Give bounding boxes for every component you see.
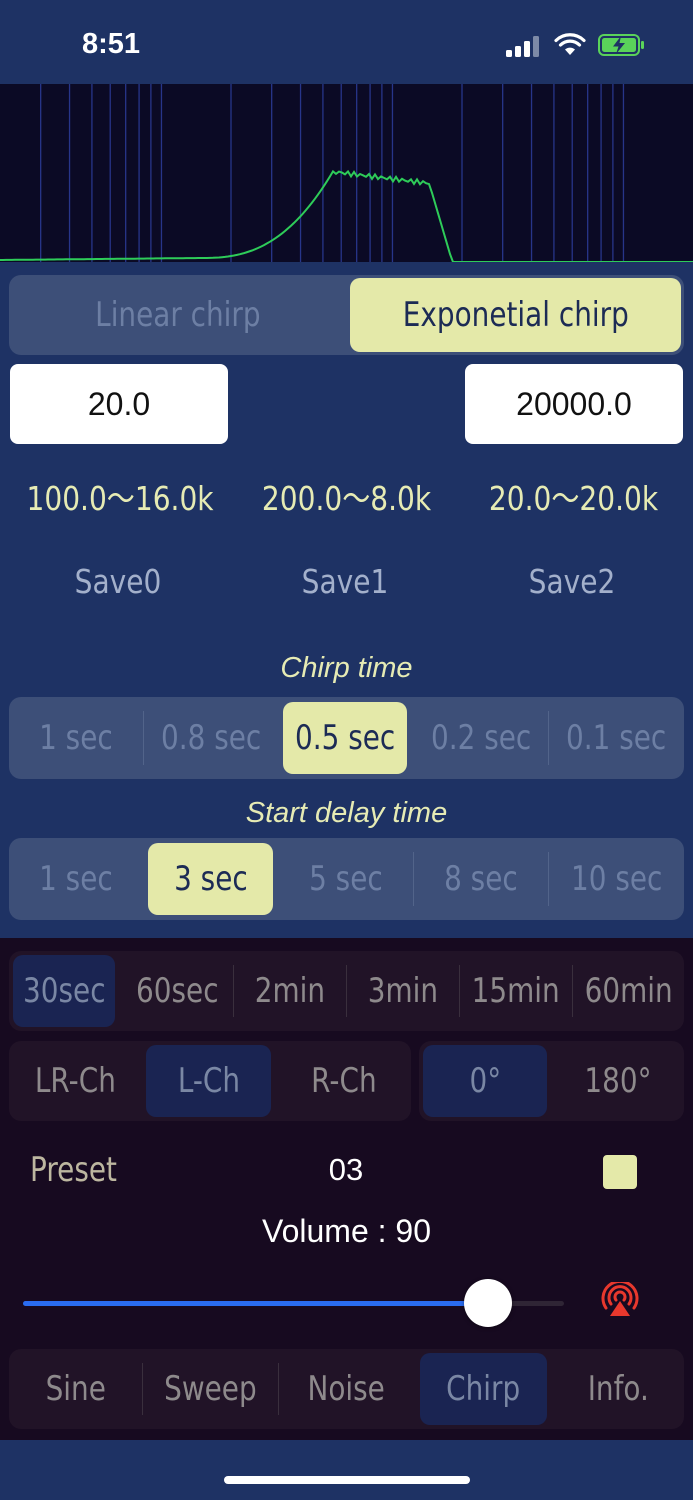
timer-30sec[interactable]: 30sec — [13, 955, 115, 1027]
chirp-time-0.2s[interactable]: 0.2 sec — [414, 697, 548, 779]
tab-sine[interactable]: Sine — [9, 1349, 142, 1429]
chirp-time-0.8s[interactable]: 0.8 sec — [144, 697, 278, 779]
start-delay-1s[interactable]: 1 sec — [9, 838, 143, 920]
wifi-icon — [554, 33, 586, 55]
tab-info[interactable]: Info. — [552, 1349, 684, 1429]
chirp-time-0.5s[interactable]: 0.5 sec — [283, 702, 407, 774]
end-frequency-field[interactable]: 20000.0 — [465, 364, 683, 444]
range-preset-2[interactable]: 20.0〜20.0k — [454, 472, 693, 520]
range-preset-1[interactable]: 200.0〜8.0k — [227, 472, 467, 520]
tab-sweep[interactable]: Sweep — [143, 1349, 278, 1429]
start-delay-10s[interactable]: 10 sec — [549, 838, 684, 920]
save1-button[interactable]: Save1 — [227, 562, 463, 601]
start-delay-selector[interactable]: 1 sec 3 sec 5 sec 8 sec 10 sec — [9, 838, 684, 920]
phase-selector[interactable]: 0° 180° — [419, 1041, 684, 1121]
spectrum-line — [0, 169, 693, 263]
phase-0[interactable]: 0° — [423, 1045, 547, 1117]
start-delay-3s[interactable]: 3 sec — [148, 843, 273, 915]
exponential-chirp-option[interactable]: Exponetial chirp — [350, 278, 681, 352]
phase-180[interactable]: 180° — [552, 1041, 684, 1121]
cellular-signal-icon — [506, 35, 542, 57]
battery-charging-icon — [598, 34, 644, 56]
tab-chirp[interactable]: Chirp — [420, 1353, 547, 1425]
channel-l[interactable]: L-Ch — [146, 1045, 271, 1117]
mode-tab-bar[interactable]: Sine Sweep Noise Chirp Info. — [9, 1349, 684, 1429]
volume-slider-fill — [23, 1301, 488, 1306]
timer-15min[interactable]: 15min — [460, 951, 572, 1031]
start-delay-5s[interactable]: 5 sec — [279, 838, 413, 920]
chirp-time-0.1s[interactable]: 0.1 sec — [549, 697, 684, 779]
volume-slider-thumb[interactable] — [463, 1279, 512, 1327]
channel-lr[interactable]: LR-Ch — [9, 1041, 141, 1121]
tab-noise[interactable]: Noise — [279, 1349, 414, 1429]
home-indicator[interactable] — [224, 1476, 470, 1484]
channel-r[interactable]: R-Ch — [277, 1041, 411, 1121]
preset-indicator-icon[interactable] — [603, 1155, 637, 1189]
range-preset-0[interactable]: 100.0〜16.0k — [0, 472, 240, 520]
linear-chirp-option[interactable]: Linear chirp — [9, 275, 346, 355]
preset-value: 03 — [328, 1152, 364, 1187]
chirp-time-selector[interactable]: 1 sec 0.8 sec 0.5 sec 0.2 sec 0.1 sec — [9, 697, 684, 779]
status-time: 8:51 — [82, 28, 141, 60]
home-bar-area — [0, 1440, 693, 1500]
timer-selector[interactable]: 30sec 60sec 2min 3min 15min 60min — [9, 951, 684, 1031]
start-delay-8s[interactable]: 8 sec — [414, 838, 548, 920]
channel-selector[interactable]: LR-Ch L-Ch R-Ch — [9, 1041, 411, 1121]
start-delay-label: Start delay time — [245, 797, 448, 829]
volume-label: Volume : 90 — [262, 1213, 431, 1249]
airplay-audio-icon[interactable] — [597, 1282, 643, 1318]
save2-button[interactable]: Save2 — [454, 562, 690, 601]
timer-2min[interactable]: 2min — [234, 951, 346, 1031]
timer-3min[interactable]: 3min — [347, 951, 459, 1031]
chirp-time-1s[interactable]: 1 sec — [9, 697, 143, 779]
spectrum-graph — [0, 84, 693, 264]
start-frequency-field[interactable]: 20.0 — [10, 364, 228, 444]
timer-60min[interactable]: 60min — [573, 951, 684, 1031]
chirp-mode-selector[interactable]: Linear chirp Exponetial chirp — [9, 275, 684, 355]
preset-label[interactable]: Preset — [30, 1150, 136, 1190]
save0-button[interactable]: Save0 — [0, 562, 236, 601]
timer-60sec[interactable]: 60sec — [121, 951, 233, 1031]
chirp-time-label: Chirp time — [280, 652, 413, 684]
